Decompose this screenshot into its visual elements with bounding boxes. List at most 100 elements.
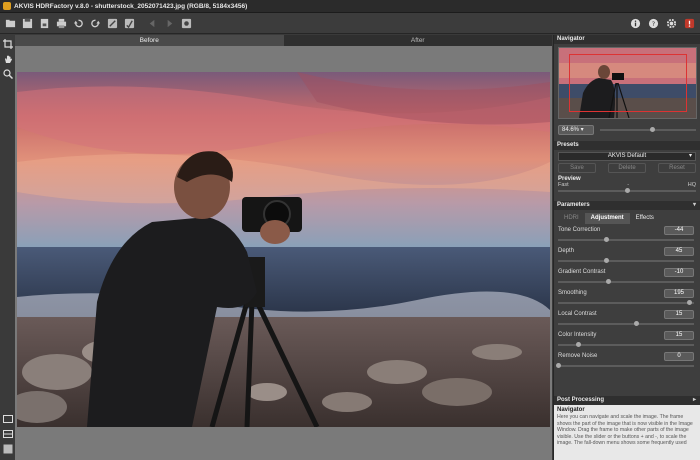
preset-buttons: Save Delete Reset: [554, 163, 700, 173]
zoom-dropdown[interactable]: 84.6% ▾: [558, 125, 594, 135]
navigator-preview[interactable]: [558, 47, 697, 119]
svg-text:?: ?: [651, 19, 654, 27]
tab-before[interactable]: Before: [15, 35, 284, 46]
parameters-title: Parameters: [557, 202, 590, 208]
navigator-frame[interactable]: [569, 54, 687, 112]
settings-panel: Navigator 84.6% ▾ Presets AKVIS Default …: [553, 35, 700, 460]
parameter-slider[interactable]: [558, 321, 694, 326]
help-panel: Navigator Here you can navigate and scal…: [554, 405, 700, 460]
title-bar: AKVIS HDRFactory v.8.0 - shutterstock_20…: [0, 0, 700, 13]
hand-icon[interactable]: [1, 52, 14, 65]
plugin-icon[interactable]: [179, 16, 193, 30]
parameter-slider[interactable]: [555, 363, 694, 368]
parameter-slider-handle[interactable]: [604, 237, 610, 242]
parameter-slider[interactable]: [558, 342, 694, 347]
parameter-label: Smoothing: [558, 290, 587, 296]
parameter-row: Depth 45: [554, 247, 700, 268]
app-logo-icon: [3, 2, 11, 10]
tab-after[interactable]: After: [284, 35, 553, 46]
background-icon[interactable]: [1, 442, 14, 455]
delete-preset-button[interactable]: Delete: [608, 163, 646, 173]
help-text: Here you can navigate and scale the imag…: [557, 414, 693, 446]
parameter-label: Tone Correction: [558, 227, 601, 233]
navigator-header[interactable]: Navigator: [554, 35, 700, 44]
parameter-slider[interactable]: [558, 279, 694, 284]
single-view-icon[interactable]: [1, 412, 14, 425]
crop-icon[interactable]: [1, 37, 14, 50]
print-icon[interactable]: [54, 16, 68, 30]
info-icon[interactable]: [628, 16, 642, 30]
chevron-down-icon: ▾: [688, 153, 692, 159]
parameter-list: Tone Correction -44 Depth 45 Gradient Contra…: [554, 226, 700, 373]
parameter-slider[interactable]: [558, 258, 694, 263]
preview-slider-handle[interactable]: [624, 188, 630, 193]
parameter-row: Local Contrast 15: [554, 310, 700, 331]
redo-icon[interactable]: [88, 16, 102, 30]
preset-dropdown[interactable]: AKVIS Default ▾: [558, 152, 696, 161]
presets-header[interactable]: Presets: [554, 141, 700, 150]
parameter-label: Gradient Contrast: [558, 269, 606, 275]
parameter-slider-handle[interactable]: [575, 342, 581, 347]
batch-icon[interactable]: [37, 16, 51, 30]
tab-hdri[interactable]: HDRI: [558, 213, 585, 224]
zoom-row: 84.6% ▾: [554, 123, 700, 137]
tab-effects[interactable]: Effects: [630, 213, 660, 224]
parameter-row: Color Intensity 15: [554, 331, 700, 352]
parameter-row: Remove Noise 0: [554, 352, 700, 373]
preview-hq-label: HQ: [687, 182, 696, 188]
parameter-row: Gradient Contrast -10: [554, 268, 700, 289]
parameters-header[interactable]: Parameters ▾: [554, 201, 700, 210]
tab-adjustment[interactable]: Adjustment: [584, 213, 630, 224]
parameter-slider-handle[interactable]: [604, 258, 610, 263]
zoom-slider[interactable]: [600, 127, 696, 132]
parameter-label: Local Contrast: [558, 311, 597, 317]
toolbar: ?: [0, 13, 700, 34]
forward-icon[interactable]: [162, 16, 176, 30]
view-tabs: Before After: [15, 35, 552, 46]
reset-preset-button[interactable]: Reset: [658, 163, 696, 173]
save-icon[interactable]: [20, 16, 34, 30]
parameter-label: Depth: [558, 248, 575, 254]
feedback-icon[interactable]: [682, 16, 696, 30]
parameter-slider-handle[interactable]: [605, 279, 611, 284]
parameter-value-field[interactable]: 0: [664, 352, 694, 361]
parameter-row: Smoothing 195: [554, 289, 700, 310]
chevron-down-icon: ▾: [692, 202, 696, 208]
parameter-slider[interactable]: [558, 237, 694, 242]
parameter-slider[interactable]: [558, 300, 694, 305]
zoom-icon[interactable]: [1, 67, 14, 80]
post-processing-title: Post Processing: [557, 397, 605, 403]
help-title: Navigator: [557, 407, 585, 413]
parameter-label: Color Intensity: [558, 332, 597, 338]
tool-panel: [0, 35, 15, 460]
preview-fast-label: Fast: [558, 182, 569, 188]
back-icon[interactable]: [145, 16, 159, 30]
open-icon[interactable]: [3, 16, 17, 30]
image-window[interactable]: Before After: [15, 35, 552, 460]
run-after-icon[interactable]: [122, 16, 136, 30]
image-photo[interactable]: [17, 72, 550, 427]
parameter-value-field[interactable]: -44: [664, 226, 694, 235]
undo-icon[interactable]: [71, 16, 85, 30]
run-icon[interactable]: [105, 16, 119, 30]
parameter-value-field[interactable]: 15: [664, 331, 694, 340]
parameter-value-field[interactable]: 195: [664, 289, 694, 298]
parameter-row: Tone Correction -44: [554, 226, 700, 247]
parameter-slider-handle[interactable]: [555, 363, 561, 368]
preset-selected: AKVIS Default: [607, 153, 647, 159]
chevron-right-icon: ▸: [692, 397, 696, 403]
parameter-value-field[interactable]: 45: [664, 247, 694, 256]
parameter-slider-handle[interactable]: [687, 300, 693, 305]
post-processing-header[interactable]: Post Processing ▸: [554, 396, 700, 405]
settings-icon[interactable]: [664, 16, 678, 30]
save-preset-button[interactable]: Save: [558, 163, 596, 173]
parameter-tabs: HDRI Adjustment Effects: [554, 213, 700, 224]
parameter-label: Remove Noise: [558, 353, 598, 359]
split-view-icon[interactable]: [1, 427, 14, 440]
help-icon[interactable]: ?: [646, 16, 660, 30]
parameter-value-field[interactable]: -10: [664, 268, 694, 277]
parameter-value-field[interactable]: 15: [664, 310, 694, 319]
zoom-slider-handle[interactable]: [650, 127, 656, 132]
preview-slider[interactable]: [558, 188, 696, 193]
parameter-slider-handle[interactable]: [634, 321, 640, 326]
